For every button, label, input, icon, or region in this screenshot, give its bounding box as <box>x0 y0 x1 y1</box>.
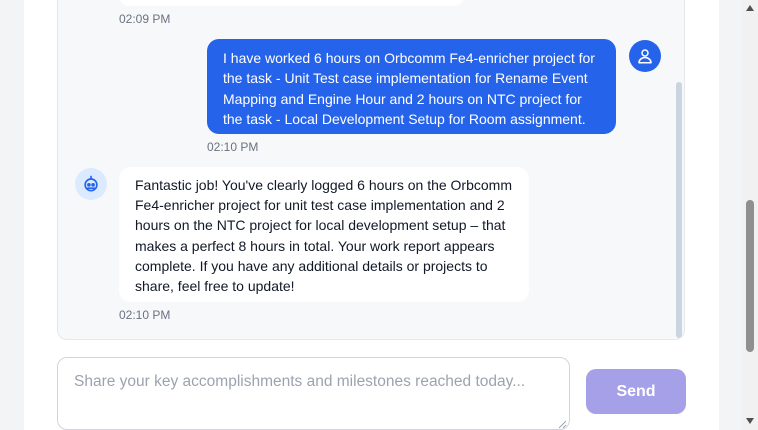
chat-scrollbar[interactable] <box>676 0 682 339</box>
page-scrollbar[interactable] <box>742 0 758 430</box>
message-timestamp: 02:10 PM <box>119 308 171 322</box>
assistant-message-line: makes a perfect 8 hours in total. Your w… <box>135 237 495 254</box>
user-message-line: the task - Local Development Setup for R… <box>223 110 586 127</box>
assistant-message-bubble: Fantastic job! You've clearly logged 6 h… <box>119 167 529 302</box>
previous-assistant-message-bubble <box>119 0 464 6</box>
resize-grip-icon[interactable] <box>557 419 567 429</box>
message-timestamp: 02:09 PM <box>119 12 171 26</box>
assistant-message-line: Fantastic job! You've clearly logged 6 h… <box>135 177 512 193</box>
user-avatar <box>629 40 661 72</box>
user-message-line: I have worked 6 hours on Orbcomm Fe4-enr… <box>223 50 595 66</box>
user-message-line: the task - Unit Test case implementation… <box>223 70 588 87</box>
assistant-message-line: share, feel free to update! <box>135 278 295 295</box>
assistant-message-line: hours on the NTC project for local devel… <box>135 217 506 234</box>
send-button[interactable]: Send <box>586 369 686 414</box>
page-scrollbar-thumb[interactable] <box>746 200 754 352</box>
assistant-message-line: Fe4-enricher project for unit test case … <box>135 197 505 214</box>
message-timestamp: 02:10 PM <box>207 140 259 154</box>
scroll-up-arrow-icon[interactable] <box>745 3 755 13</box>
user-message-bubble: I have worked 6 hours on Orbcomm Fe4-enr… <box>207 39 616 134</box>
user-message-line: Mapping and Engine Hour and 2 hours on N… <box>223 90 582 107</box>
accomplishments-input[interactable] <box>57 357 570 430</box>
chat-scrollbar-thumb[interactable] <box>676 82 682 338</box>
assistant-message-line: complete. If you have any additional det… <box>135 257 488 274</box>
robot-icon <box>84 175 98 192</box>
chat-messages-panel[interactable]: 02:09 PM I have worked 6 hours on Orbcom… <box>57 0 685 340</box>
assistant-avatar <box>75 168 107 200</box>
user-icon <box>638 49 652 64</box>
scroll-down-arrow-icon[interactable] <box>745 416 755 426</box>
